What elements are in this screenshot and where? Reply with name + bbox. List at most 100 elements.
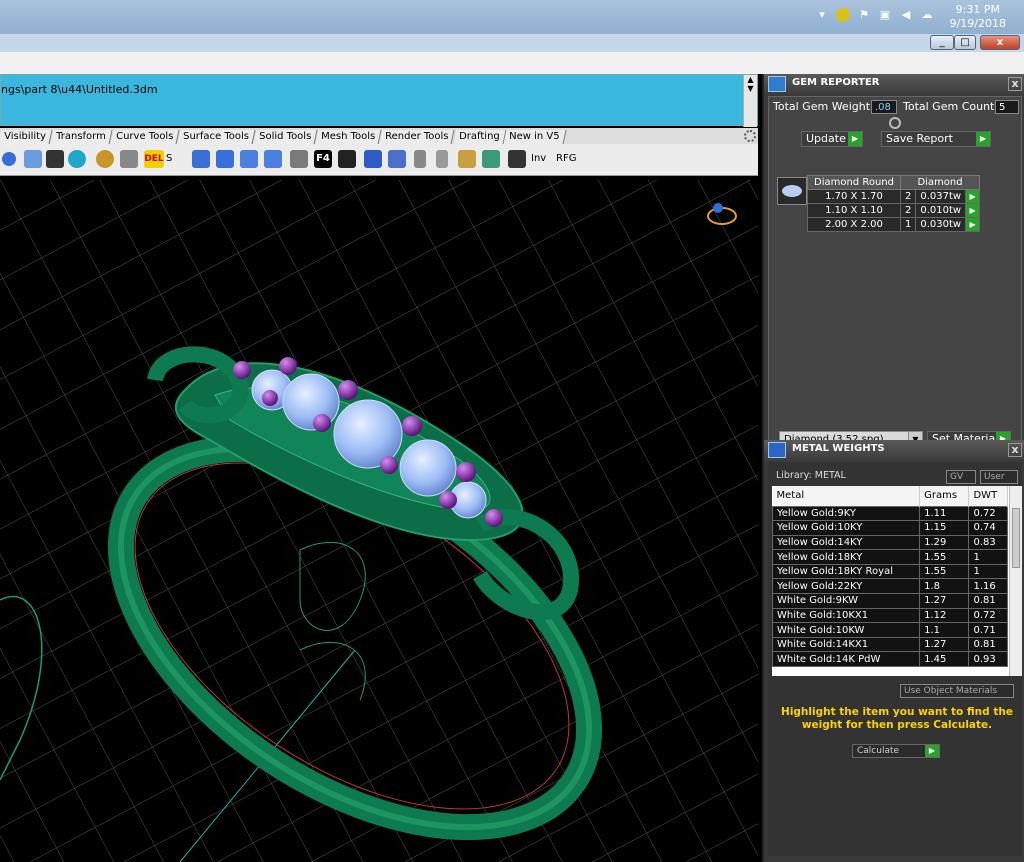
surface-icon[interactable]	[290, 150, 308, 168]
gem-tool-icon[interactable]	[482, 150, 500, 168]
clock-time: 9:31 PM	[955, 3, 1000, 16]
diamond-thumbnail	[777, 177, 807, 205]
table-row[interactable]: White Gold:10KX1 1.12 0.72	[772, 607, 1008, 624]
flag-icon[interactable]: ⚑	[857, 8, 871, 22]
table-row[interactable]: White Gold:9KW 1.27 0.81	[772, 593, 1008, 609]
network-icon[interactable]: ☁	[920, 8, 934, 22]
table-row[interactable]: Yellow Gold:9KY 1.11 0.72	[772, 505, 1008, 522]
diamond-icon	[782, 185, 802, 197]
table-row[interactable]: Yellow Gold:14KY 1.29 0.83	[772, 534, 1008, 551]
table-row[interactable]: Yellow Gold:18KY Royal 1.55 1	[772, 563, 1008, 580]
tab-surface-tools[interactable]: Surface Tools	[177, 130, 256, 144]
rotate-icon[interactable]	[264, 150, 282, 168]
library-label: Library: METAL	[776, 470, 846, 481]
figure-icon[interactable]	[508, 150, 526, 168]
inv-button[interactable]: Inv	[531, 153, 546, 164]
tab-curve-tools[interactable]: Curve Tools	[110, 130, 180, 144]
trim-icon[interactable]	[24, 150, 42, 168]
save-report-button[interactable]: Save Report ▶	[881, 131, 991, 147]
s-tool-button[interactable]: S	[166, 153, 172, 164]
system-clock[interactable]: 9:31 PM 9/19/2018	[950, 3, 1006, 31]
gv-toggle[interactable]: GV	[946, 470, 976, 484]
gem-row-go-icon[interactable]: ▶	[965, 217, 981, 232]
tab-mesh-tools[interactable]: Mesh Tools	[315, 130, 382, 144]
points-icon[interactable]	[2, 152, 16, 166]
save-icon[interactable]	[46, 150, 64, 168]
update-button[interactable]: Update ▶	[801, 131, 863, 147]
gem-row[interactable]: 1.10 X 1.10 2 0.010tw ▶	[807, 203, 981, 218]
layout-grid-icon[interactable]	[120, 150, 138, 168]
user-toggle[interactable]: User	[980, 470, 1018, 484]
metal-weights-title: METAL WEIGHTS	[792, 443, 885, 454]
settings-gear-icon[interactable]	[96, 150, 114, 168]
calculate-button[interactable]: Calculate ▶	[852, 744, 940, 758]
update-go-icon: ▶	[848, 132, 862, 146]
perspective-viewport[interactable]	[0, 180, 758, 862]
unlock-icon[interactable]	[436, 150, 448, 168]
lock-icon[interactable]	[414, 150, 426, 168]
rfg-button[interactable]: RFG	[556, 153, 576, 164]
axis-icon[interactable]	[458, 150, 476, 168]
system-tray: ▾ ⚑ ▣ ◀ ☁	[815, 8, 934, 22]
command-scrollbar[interactable]: ▲ ▼	[743, 75, 757, 127]
right-panel-dock: GEM REPORTER x Total Gem Weight .08 Tota…	[762, 74, 1024, 862]
scale-icon[interactable]	[240, 150, 258, 168]
command-path-text: ngs\part 8\u44\Untitled.3dm	[1, 83, 158, 96]
gem-reporter-panel: Total Gem Weight .08 Total Gem Count 5 U…	[768, 96, 1022, 449]
calculate-hint: Highlight the item you want to find the …	[781, 706, 1013, 731]
device-icon[interactable]: ▣	[878, 8, 892, 22]
gem-row-go-icon[interactable]: ▶	[965, 189, 981, 204]
gem-table: Diamond Round Diamond 1.70 X 1.70 2 0.03…	[807, 175, 981, 232]
move-down-icon[interactable]	[216, 150, 234, 168]
metal-col-grams[interactable]: Grams	[919, 486, 970, 506]
use-object-materials-toggle[interactable]: Use Object Materials	[900, 684, 1014, 698]
show-hidden-icons-icon[interactable]: ▾	[815, 8, 829, 22]
metal-table-scrollbar[interactable]	[1009, 486, 1022, 676]
command-history: ngs\part 8\u44\Untitled.3dm ▲ ▼	[0, 74, 758, 127]
gem-reporter-title: GEM REPORTER	[792, 77, 880, 88]
gem-row-go-icon[interactable]: ▶	[965, 203, 981, 218]
maximize-button[interactable]: □	[954, 35, 976, 50]
gem-reporter-icon	[768, 76, 786, 92]
gem-row[interactable]: 1.70 X 1.70 2 0.037tw ▶	[807, 189, 981, 204]
cross-icon[interactable]	[338, 150, 356, 168]
metal-col-metal[interactable]: Metal	[772, 486, 921, 506]
ring-render	[0, 180, 758, 862]
table-row[interactable]: Yellow Gold:18KY 1.55 1	[772, 549, 1008, 565]
table-row[interactable]: White Gold:14K PdW 1.45 0.93	[772, 651, 1008, 668]
table-row[interactable]: White Gold:14KX1 1.27 0.81	[772, 636, 1008, 653]
windows-taskbar: ▾ ⚑ ▣ ◀ ☁ 9:31 PM 9/19/2018	[0, 0, 1024, 34]
table-row[interactable]: White Gold:10KW 1.1 0.71	[772, 622, 1008, 638]
tab-solid-tools[interactable]: Solid Tools	[253, 130, 318, 144]
render-sphere-icon[interactable]	[68, 150, 86, 168]
metal-col-dwt[interactable]: DWT	[968, 486, 1008, 506]
tab-drafting[interactable]: Drafting	[453, 130, 506, 144]
f4-button[interactable]: F4	[314, 150, 332, 168]
close-button[interactable]: x	[980, 35, 1020, 50]
toolbar-settings-icon[interactable]	[744, 130, 756, 142]
volume-icon[interactable]: ◀	[899, 8, 913, 22]
move-up-icon[interactable]	[192, 150, 210, 168]
total-gem-weight-value: .08	[871, 100, 897, 114]
box-icon[interactable]	[364, 150, 382, 168]
metal-weights-header: METAL WEIGHTS x	[764, 440, 1024, 460]
tab-render-tools[interactable]: Render Tools	[379, 130, 456, 144]
tab-new-in-v5[interactable]: New in V5	[503, 130, 567, 144]
security-icon[interactable]	[836, 8, 850, 22]
minimize-button[interactable]: _	[930, 35, 954, 50]
calculate-go-icon: ▶	[925, 745, 939, 757]
table-row[interactable]: Yellow Gold:10KY 1.15 0.74	[772, 520, 1008, 536]
scrollbar-thumb[interactable]	[1012, 508, 1020, 568]
metal-weights-close-button[interactable]: x	[1008, 443, 1022, 457]
gem-row[interactable]: 2.00 X 2.00 1 0.030tw ▶	[807, 217, 981, 232]
total-gem-count-value: 5	[995, 100, 1019, 114]
metal-weights-panel: Library: METAL GV User Metal Grams DWT Y…	[768, 462, 1022, 856]
tab-visibility[interactable]: Visibility	[0, 130, 53, 144]
collapse-toggle-icon[interactable]	[889, 117, 901, 129]
gem-reporter-close-button[interactable]: x	[1008, 77, 1022, 91]
delete-button[interactable]: DEL	[144, 150, 164, 168]
tab-transform[interactable]: Transform	[50, 130, 113, 144]
table-row[interactable]: Yellow Gold:22KY 1.8 1.16	[772, 578, 1008, 595]
pipe-icon[interactable]	[388, 150, 406, 168]
window-gap	[0, 52, 1024, 74]
